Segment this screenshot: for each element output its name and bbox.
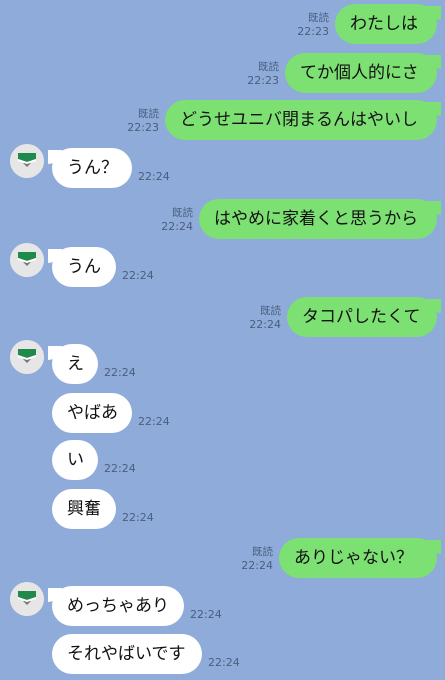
message-meta: 既読 22:23 bbox=[109, 108, 159, 134]
read-receipt: 既読 bbox=[138, 108, 159, 120]
message-meta: 22:24 bbox=[190, 608, 230, 621]
contact-avatar[interactable] bbox=[10, 340, 44, 374]
incoming-message-bubble[interactable]: い bbox=[52, 440, 98, 480]
avatar-icon bbox=[10, 582, 44, 616]
read-receipt: 既読 bbox=[258, 61, 279, 73]
message-meta: 既読 22:24 bbox=[231, 305, 281, 331]
timestamp: 22:24 bbox=[104, 366, 136, 379]
timestamp: 22:24 bbox=[138, 415, 170, 428]
message-meta: 22:24 bbox=[122, 511, 162, 524]
timestamp: 22:24 bbox=[138, 170, 170, 183]
message-row: 既読 22:24 ありじゃない？ bbox=[0, 538, 445, 582]
timestamp: 22:24 bbox=[249, 318, 281, 331]
contact-avatar[interactable] bbox=[10, 582, 44, 616]
outgoing-message-bubble[interactable]: ありじゃない？ bbox=[279, 538, 437, 578]
timestamp: 22:24 bbox=[208, 656, 240, 669]
avatar-icon bbox=[10, 243, 44, 277]
message-row: 既読 22:24 はやめに家着くと思うから bbox=[0, 199, 445, 243]
contact-avatar[interactable] bbox=[10, 144, 44, 178]
message-meta: 既読 22:24 bbox=[143, 207, 193, 233]
message-row: 興奮 22:24 bbox=[0, 489, 445, 533]
outgoing-message-bubble[interactable]: どうせユニバ閉まるんはやいし bbox=[165, 100, 437, 140]
message-meta: 22:24 bbox=[104, 462, 144, 475]
outgoing-message-bubble[interactable]: てか個人的にさ bbox=[285, 53, 437, 93]
message-row: い 22:24 bbox=[0, 440, 445, 484]
timestamp: 22:24 bbox=[104, 462, 136, 475]
message-row: やばあ 22:24 bbox=[0, 393, 445, 437]
message-meta: 22:24 bbox=[138, 170, 178, 183]
outgoing-message-bubble[interactable]: はやめに家着くと思うから bbox=[199, 199, 437, 239]
message-row: え 22:24 bbox=[0, 340, 445, 388]
timestamp: 22:24 bbox=[241, 559, 273, 572]
outgoing-message-bubble[interactable]: タコパしたくて bbox=[287, 297, 437, 337]
message-row: 既読 22:24 タコパしたくて bbox=[0, 297, 445, 341]
message-row: うん 22:24 bbox=[0, 243, 445, 291]
timestamp: 22:24 bbox=[161, 220, 193, 233]
timestamp: 22:24 bbox=[190, 608, 222, 621]
message-meta: 22:24 bbox=[208, 656, 248, 669]
contact-avatar[interactable] bbox=[10, 243, 44, 277]
timestamp: 22:23 bbox=[297, 25, 329, 38]
avatar-icon bbox=[10, 144, 44, 178]
incoming-message-bubble[interactable]: うん？ bbox=[52, 148, 132, 188]
message-row: 既読 22:23 どうせユニバ閉まるんはやいし bbox=[0, 100, 445, 144]
message-row: うん？ 22:24 bbox=[0, 144, 445, 192]
timestamp: 22:23 bbox=[127, 121, 159, 134]
read-receipt: 既読 bbox=[172, 207, 193, 219]
incoming-message-bubble[interactable]: え bbox=[52, 344, 98, 384]
message-meta: 22:24 bbox=[122, 269, 162, 282]
message-meta: 22:24 bbox=[104, 366, 144, 379]
message-row: 既読 22:23 わたしは bbox=[0, 4, 445, 48]
incoming-message-bubble[interactable]: 興奮 bbox=[52, 489, 116, 529]
incoming-message-bubble[interactable]: それやばいです bbox=[52, 634, 202, 674]
incoming-message-bubble[interactable]: めっちゃあり bbox=[52, 586, 184, 626]
incoming-message-bubble[interactable]: うん bbox=[52, 247, 116, 287]
read-receipt: 既読 bbox=[308, 12, 329, 24]
message-meta: 既読 22:24 bbox=[223, 546, 273, 572]
timestamp: 22:24 bbox=[122, 269, 154, 282]
message-row: それやばいです 22:24 bbox=[0, 634, 445, 678]
outgoing-message-bubble[interactable]: わたしは bbox=[335, 4, 437, 44]
chat-view[interactable]: 既読 22:23 わたしは 既読 22:23 てか個人的にさ 既読 22:23 … bbox=[0, 0, 445, 680]
read-receipt: 既読 bbox=[260, 305, 281, 317]
avatar-icon bbox=[10, 340, 44, 374]
message-meta: 既読 22:23 bbox=[279, 12, 329, 38]
message-meta: 22:24 bbox=[138, 415, 178, 428]
incoming-message-bubble[interactable]: やばあ bbox=[52, 393, 132, 433]
message-row: 既読 22:23 てか個人的にさ bbox=[0, 53, 445, 97]
timestamp: 22:23 bbox=[247, 74, 279, 87]
message-row: めっちゃあり 22:24 bbox=[0, 582, 445, 630]
timestamp: 22:24 bbox=[122, 511, 154, 524]
read-receipt: 既読 bbox=[252, 546, 273, 558]
message-meta: 既読 22:23 bbox=[229, 61, 279, 87]
